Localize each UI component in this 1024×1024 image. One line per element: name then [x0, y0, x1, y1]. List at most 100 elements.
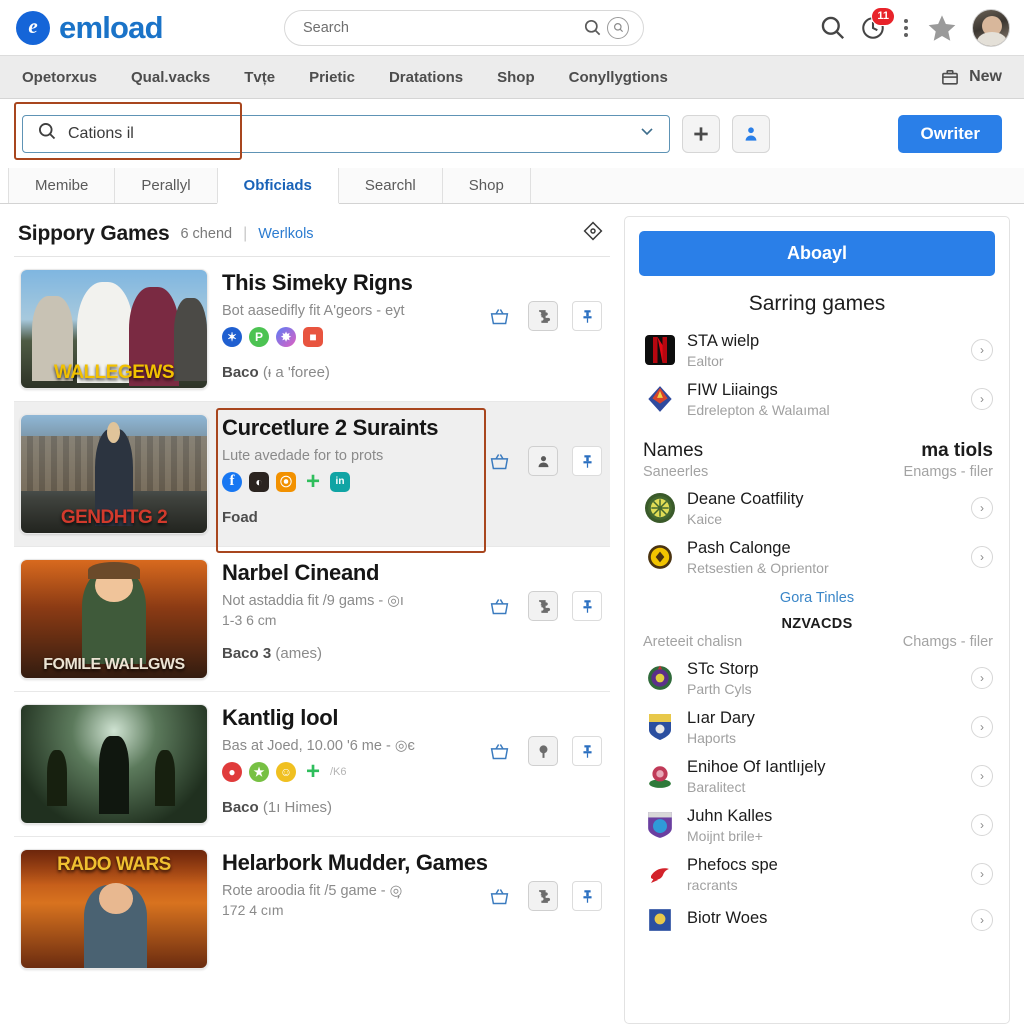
plus-icon[interactable]: +	[303, 759, 323, 783]
chevron-right-icon[interactable]: ›	[971, 716, 993, 739]
add-person-button[interactable]	[732, 114, 770, 153]
panel-cta-button[interactable]: Aboayl	[639, 231, 995, 276]
nav-new-button[interactable]: New	[940, 68, 1002, 87]
plus-icon[interactable]: +	[303, 469, 323, 493]
list-item[interactable]: STc Storp Parth Cyls ›	[639, 654, 995, 703]
chevron-right-icon[interactable]: ›	[971, 546, 993, 569]
pin-icon[interactable]	[572, 301, 602, 331]
list-item[interactable]: Kantlig lool Bas at Joed, 10.00 '6 me - …	[14, 692, 610, 837]
gaming-badge-icon[interactable]: ✶	[222, 326, 242, 347]
header-search-box[interactable]	[284, 9, 644, 46]
tab-perallyl[interactable]: Perallyl	[114, 168, 218, 203]
list-item[interactable]: STA wielp Ealtor ›	[639, 326, 995, 375]
basket-icon[interactable]	[484, 446, 514, 476]
list-item[interactable]: Pash Calonge Retsestien & Oprientor ›	[639, 533, 995, 582]
lens-icon[interactable]	[605, 15, 631, 41]
item-thumbnail[interactable]	[20, 704, 208, 824]
user-avatar[interactable]	[972, 8, 1010, 47]
list-item[interactable]: FIW Liiaings Edrelepton & Walaımal ›	[639, 375, 995, 424]
item-thumbnail[interactable]: GENDHTG 2	[20, 414, 208, 534]
chevron-right-icon[interactable]: ›	[971, 497, 993, 520]
pin-icon[interactable]	[572, 736, 602, 766]
rss-icon[interactable]: ⦿	[276, 471, 296, 492]
star-creature-icon[interactable]: ★	[249, 761, 269, 782]
item-thumbnail[interactable]: WALLEGEWS	[20, 269, 208, 389]
facebook-icon[interactable]: f	[222, 471, 242, 492]
chevron-right-icon[interactable]: ›	[971, 908, 993, 931]
chevron-right-icon[interactable]: ›	[971, 765, 993, 788]
list-item[interactable]: Juhn Kalles Moijnt brile+ ›	[639, 801, 995, 850]
panel-more-link[interactable]: Gora Tinles	[639, 590, 995, 606]
basket-icon[interactable]	[484, 591, 514, 621]
col-sub-right: Enamgs - filer	[903, 463, 993, 480]
nav-item-0[interactable]: Opetorxus	[22, 69, 97, 86]
chat-bubble-icon[interactable]: P	[249, 326, 269, 347]
primary-action-button[interactable]: Owriter	[898, 114, 1002, 153]
dark-app-icon[interactable]: ◐	[249, 471, 269, 492]
nav-item-5[interactable]: Shop	[497, 69, 535, 86]
item-footer: Baco (ᵻ a 'foree)	[222, 364, 602, 381]
person-icon[interactable]	[528, 446, 558, 476]
section-link[interactable]: Werlkols	[258, 226, 313, 242]
nav-item-6[interactable]: Conyllygtions	[569, 69, 668, 86]
tab-obficiads[interactable]: Obficiads	[216, 168, 339, 204]
basket-icon[interactable]	[484, 881, 514, 911]
history-clock-icon[interactable]: 11	[860, 6, 895, 41]
nav-item-3[interactable]: Prietic	[309, 69, 355, 86]
chevron-right-icon[interactable]: ›	[971, 863, 993, 886]
add-button[interactable]	[682, 114, 720, 153]
item-title[interactable]: Curcetlure 2 Suraints	[222, 415, 602, 441]
blue-shield-icon	[645, 712, 675, 742]
pin-icon[interactable]	[572, 446, 602, 476]
list-item[interactable]: FOMILE WALLGWS Narbel Cineand Not astadd…	[14, 547, 610, 692]
tab-memibe[interactable]: Memibe	[8, 168, 116, 203]
list-item[interactable]: RADO WARS Helarbork Mudder, Games Rote a…	[14, 837, 610, 981]
tab-searchl[interactable]: Searchl	[337, 168, 443, 203]
tab-shop[interactable]: Shop	[441, 168, 531, 203]
item-thumbnail[interactable]: RADO WARS	[20, 849, 208, 969]
search-input[interactable]	[68, 124, 629, 143]
item-title[interactable]: Helarbork Mudder, Games	[222, 850, 602, 876]
star-icon[interactable]	[926, 12, 958, 44]
search-icon[interactable]	[819, 14, 846, 41]
header-search-input[interactable]	[303, 19, 579, 36]
item-title[interactable]: This Simeky Rigns	[222, 270, 602, 296]
list-item[interactable]: WALLEGEWS This Simeky Rigns Bot aasedifl…	[14, 257, 610, 402]
main-search-box[interactable]	[22, 114, 670, 153]
emoji-icon[interactable]: ☺	[276, 761, 296, 782]
pin-icon[interactable]	[572, 881, 602, 911]
sparkle-icon[interactable]: ✸	[276, 326, 296, 347]
brand-logo[interactable]: e emload	[16, 10, 284, 46]
item-name: Juhn Kalles	[687, 806, 773, 825]
chevron-down-icon[interactable]	[637, 121, 657, 146]
list-item[interactable]: Lıar Dary Haports ›	[639, 703, 995, 752]
nav-item-1[interactable]: Qual.vacks	[131, 69, 210, 86]
list-item[interactable]: Enihoe Of Iantlıjely Baralitect ›	[639, 752, 995, 801]
nav-item-2[interactable]: Tvțe	[244, 69, 275, 86]
chevron-right-icon[interactable]: ›	[971, 388, 993, 411]
linkedin-icon[interactable]: in	[330, 471, 350, 492]
puzzle-icon[interactable]	[528, 301, 558, 331]
list-item[interactable]: GENDHTG 2 Curcetlure 2 Suraints Lute ave…	[14, 402, 610, 553]
chevron-right-icon[interactable]: ›	[971, 667, 993, 690]
kebab-menu-icon[interactable]	[900, 17, 912, 39]
list-item[interactable]: Deane Coatfility Kaice ›	[639, 484, 995, 533]
puzzle-icon[interactable]	[528, 881, 558, 911]
item-title[interactable]: Narbel Cineand	[222, 560, 602, 586]
list-item[interactable]: Phefocs spe racrants ›	[639, 850, 995, 899]
basket-icon[interactable]	[484, 736, 514, 766]
search-icon[interactable]	[579, 15, 605, 41]
app-tile-icon[interactable]: ■	[303, 326, 323, 347]
chevron-right-icon[interactable]: ›	[971, 814, 993, 837]
basket-icon[interactable]	[484, 301, 514, 331]
chevron-right-icon[interactable]: ›	[971, 339, 993, 362]
stop-sign-icon[interactable]: ●	[222, 761, 242, 782]
item-title[interactable]: Kantlig lool	[222, 705, 602, 731]
item-thumbnail[interactable]: FOMILE WALLGWS	[20, 559, 208, 679]
diamond-target-icon[interactable]	[582, 220, 604, 247]
pin-icon[interactable]	[572, 591, 602, 621]
nav-item-4[interactable]: Dratations	[389, 69, 463, 86]
list-item[interactable]: Biotr Woes ›	[639, 899, 995, 941]
tree-icon[interactable]	[528, 736, 558, 766]
puzzle-icon[interactable]	[528, 591, 558, 621]
